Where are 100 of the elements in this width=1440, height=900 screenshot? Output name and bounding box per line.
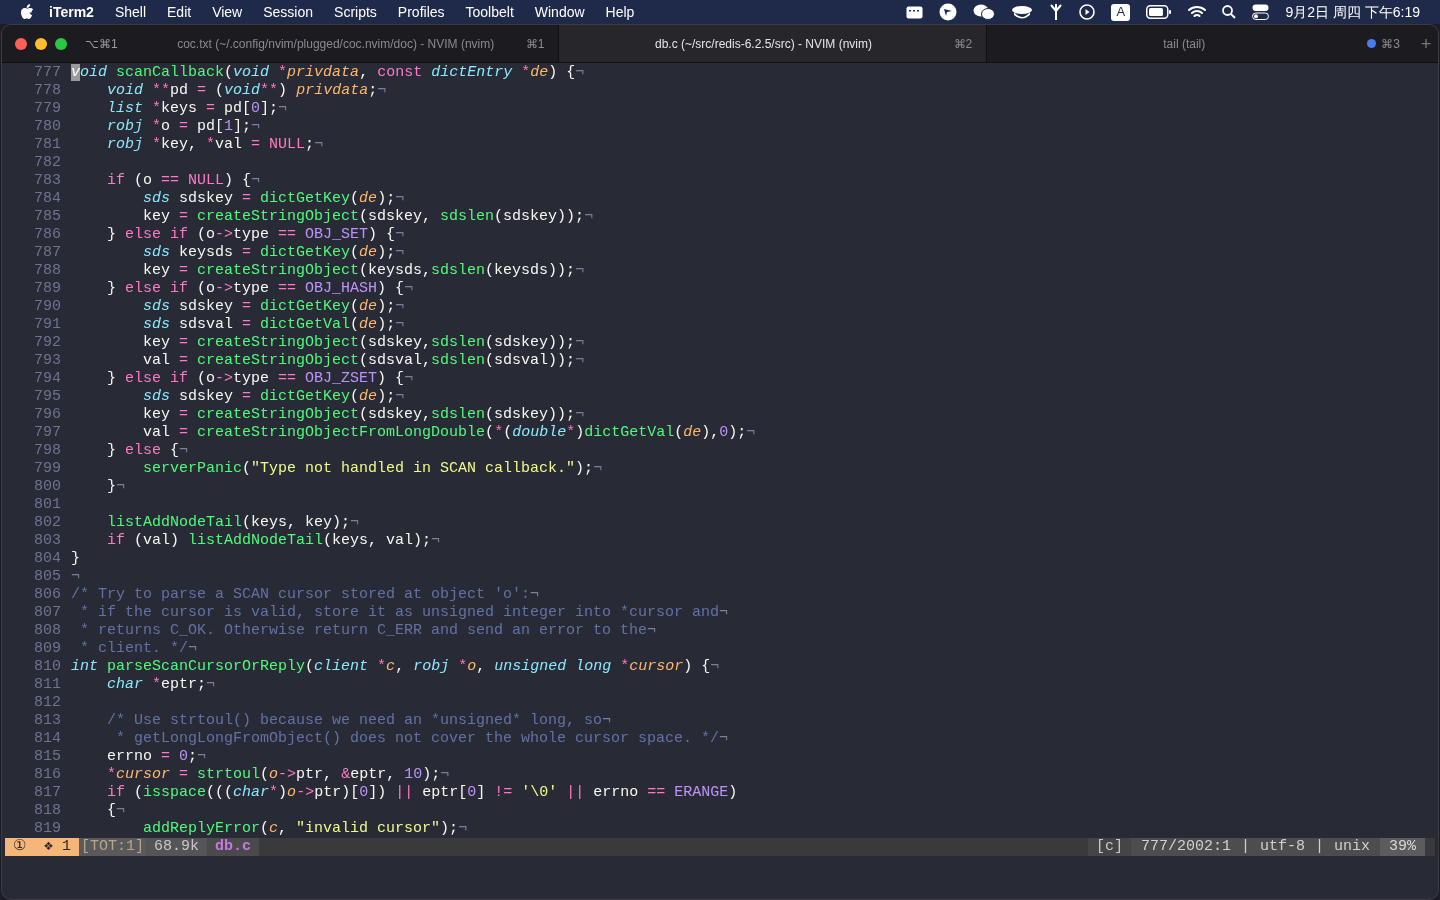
code-line: ¬: [71, 568, 80, 586]
line-number: 803: [33, 532, 61, 550]
line-number: 813: [33, 712, 61, 730]
menu-item[interactable]: Profiles: [397, 1, 445, 23]
toggles-icon[interactable]: [1252, 4, 1270, 20]
code-line: if (val) listAddNodeTail(keys, val);¬: [106, 532, 441, 550]
line-number: 780: [33, 118, 61, 136]
code-line: }: [71, 550, 80, 568]
line-number: 794: [33, 370, 61, 388]
tab-shortcut: ⌘1: [525, 35, 545, 53]
line-number: 779: [33, 100, 61, 118]
play-icon[interactable]: [1079, 4, 1096, 20]
code-line: char *eptr;¬: [106, 676, 216, 694]
cup-icon[interactable]: [1011, 4, 1034, 20]
code-line: sds sdskey = dictGetKey(de);¬: [142, 298, 405, 316]
file-name: db.c: [207, 838, 260, 856]
line-number: 802: [33, 514, 61, 532]
line-number: 796: [33, 406, 61, 424]
code-line: } else if (o->type == OBJ_HASH) {¬: [106, 280, 414, 298]
line-number: 816: [33, 766, 61, 784]
terminal-tab[interactable]: db.c (~/src/redis-6.2.5/src) - NVIM (nvim) ⌘2: [558, 25, 988, 62]
new-tab-button[interactable]: +: [1414, 25, 1438, 62]
code-line: }¬: [106, 478, 126, 496]
code-line: sds sdsval = dictGetVal(de);¬: [142, 316, 405, 334]
line-number: 777: [33, 64, 61, 82]
minimize-button[interactable]: [35, 37, 47, 50]
menu-item[interactable]: Toolbelt: [465, 1, 514, 23]
apple-logo-icon[interactable]: [20, 4, 34, 20]
code-line: addReplyError(c, "invalid cursor");¬: [142, 820, 468, 838]
warning-count: [TOT:1]: [79, 838, 147, 856]
line-number: 778: [33, 82, 61, 100]
status-separator: |: [1240, 838, 1250, 856]
line-number: 784: [33, 190, 61, 208]
tab-title: tail (tail): [1162, 35, 1207, 53]
line-number: 818: [33, 802, 61, 820]
chat-bubbles-icon[interactable]: [973, 3, 996, 21]
code-line: {¬: [106, 802, 126, 820]
code-line: sds sdskey = dictGetKey(de);¬: [142, 190, 405, 208]
line-number: 810: [33, 658, 61, 676]
line-number: 788: [33, 262, 61, 280]
menu-item[interactable]: Session: [263, 1, 314, 23]
code-line: key = createStringObject(sdskey,sdslen(sdskey));¬: [142, 334, 585, 352]
code-line: robj *o = pd[1];¬: [106, 118, 261, 136]
menu-item[interactable]: View: [212, 1, 243, 23]
mode-indicator: ① ❖ 1: [5, 838, 80, 856]
line-number: 798: [33, 442, 61, 460]
code-line: val = createStringObject(sdsval,sdslen(sdsval));¬: [142, 352, 585, 370]
code-line: int parseScanCursorOrReply(client *c, robj *o, unsigned long *cursor) {¬: [71, 658, 720, 676]
input-source-indicator[interactable]: A: [1111, 3, 1131, 21]
code-line: *cursor = strtoul(o->ptr, &eptr, 10);¬: [106, 766, 450, 784]
line-number: 814: [33, 730, 61, 748]
line-number: 787: [33, 244, 61, 262]
code-line: val = createStringObjectFromLongDouble(*(double*)dictGetVal(de),0);¬: [142, 424, 756, 442]
line-number: 791: [33, 316, 61, 334]
battery-icon[interactable]: [1146, 5, 1173, 19]
close-button[interactable]: [15, 37, 27, 50]
tab-shortcut: ⌘2: [953, 35, 973, 53]
line-number: 797: [33, 424, 61, 442]
zoom-button[interactable]: [55, 37, 67, 50]
line-number: 815: [33, 748, 61, 766]
code-line: key = createStringObject(sdskey,sdslen(sdskey));¬: [142, 406, 585, 424]
wifi-icon[interactable]: [1188, 5, 1207, 19]
code-line: robj *key, *val = NULL;¬: [106, 136, 324, 154]
paper-plane-icon[interactable]: [939, 3, 958, 21]
code-line: sds keysds = dictGetKey(de);¬: [142, 244, 405, 262]
code-line: listAddNodeTail(keys, key);¬: [106, 514, 360, 532]
menu-item[interactable]: Shell: [114, 1, 146, 23]
code-line: if (isspace(((char*)o->ptr)[0]) || eptr[0] != '\0' || errno == ERANGE): [106, 784, 738, 802]
status-separator: |: [1314, 838, 1324, 856]
code-line: * getLongLongFromObject() does not cover the whole cursor space. */¬: [115, 730, 729, 748]
line-number: 801: [33, 496, 61, 514]
fork-icon[interactable]: [1049, 3, 1064, 21]
line-number: 805: [33, 568, 61, 586]
line-number: 783: [33, 172, 61, 190]
window-shortcut: ⌥⌘1: [85, 35, 118, 53]
line-number: 819: [33, 820, 61, 838]
line-number: 781: [33, 136, 61, 154]
code-line: serverPanic("Type not handled in SCAN callback.");¬: [142, 460, 603, 478]
menu-item[interactable]: Window: [534, 1, 585, 23]
code-line: * if the cursor is valid, store it as unsigned integer into *cursor and¬: [79, 604, 729, 622]
app-menu[interactable]: iTerm2: [49, 1, 94, 23]
code-line: void **pd = (void**) privdata;¬: [106, 82, 387, 100]
menu-item[interactable]: Scripts: [334, 1, 377, 23]
code-line: } else {¬: [106, 442, 189, 460]
tab-title: coc.txt (~/.config/nvim/plugged/coc.nvim/doc) - NVIM (nvim): [176, 35, 496, 53]
code-line: * returns C_OK. Otherwise return C_ERR and send an error to the¬: [79, 622, 657, 640]
menu-item[interactable]: Help: [605, 1, 635, 23]
line-number: 809: [33, 640, 61, 658]
menu-bar-clock[interactable]: 9月2日 周四 下午6:19: [1285, 1, 1420, 23]
line-number: 785: [33, 208, 61, 226]
code-line: } else if (o->type == OBJ_ZSET) {¬: [106, 370, 414, 388]
line-number: 817: [33, 784, 61, 802]
menu-item[interactable]: Edit: [167, 1, 192, 23]
tab-title: db.c (~/src/redis-6.2.5/src) - NVIM (nvim): [653, 35, 873, 53]
code-line: key = createStringObject(keysds,sdslen(keysds));¬: [142, 262, 585, 280]
line-number: 782: [33, 154, 61, 172]
window-icon[interactable]: [906, 5, 924, 19]
line-number: 812: [33, 694, 61, 712]
search-icon[interactable]: [1222, 5, 1237, 19]
line-number: 792: [33, 334, 61, 352]
